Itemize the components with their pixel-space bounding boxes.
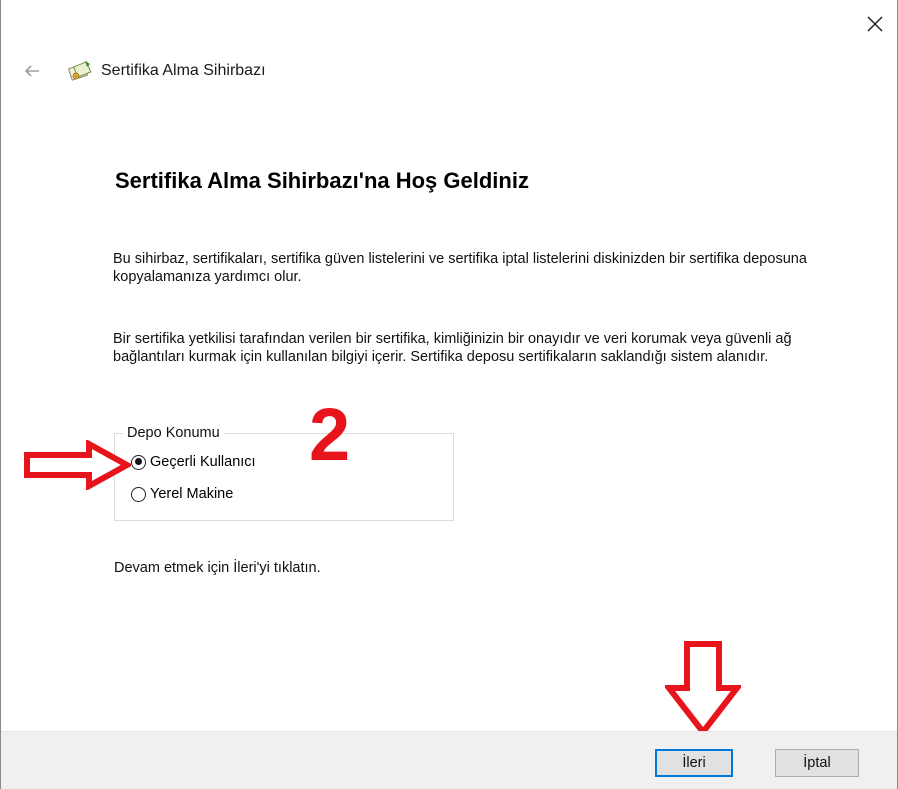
- description-paragraph: Bir sertifika yetkilisi tarafından veril…: [113, 331, 792, 365]
- right-arrow-annotation-icon: [24, 440, 131, 490]
- page-heading: Sertifika Alma Sihirbazı'na Hoş Geldiniz: [115, 168, 529, 193]
- radio-current-user-label: Geçerli Kullanıcı: [150, 454, 256, 470]
- back-button[interactable]: [21, 60, 43, 82]
- next-button[interactable]: İleri: [655, 749, 733, 777]
- close-icon: [867, 16, 883, 32]
- store-location-legend: Depo Konumu: [123, 425, 224, 441]
- radio-local-machine[interactable]: Yerel Makine: [131, 486, 233, 502]
- certificate-icon: [67, 61, 92, 81]
- back-arrow-icon: [24, 65, 39, 77]
- store-location-group: Depo Konumu Geçerli Kullanıcı Yerel Maki…: [114, 425, 454, 521]
- radio-local-machine-label: Yerel Makine: [150, 486, 234, 502]
- certificate-import-wizard-window: Sertifika Alma Sihirbazı Sertifika Alma …: [0, 0, 898, 789]
- wizard-title: Sertifika Alma Sihirbazı: [101, 62, 266, 79]
- continue-instruction: Devam etmek için İleri'yi tıklatın.: [114, 560, 321, 576]
- wizard-title-bar: Sertifika Alma Sihirbazı: [67, 58, 266, 84]
- radio-current-user[interactable]: Geçerli Kullanıcı: [131, 454, 256, 470]
- radio-button-unchecked[interactable]: [131, 486, 146, 502]
- radio-button-checked[interactable]: [131, 454, 146, 470]
- step-number-annotation: 2: [309, 393, 351, 476]
- down-arrow-annotation-icon: [665, 641, 741, 736]
- close-button[interactable]: [863, 12, 887, 36]
- intro-paragraph: Bu sihirbaz, sertifikaları, sertifika gü…: [113, 251, 807, 285]
- wizard-footer: İleri İptal: [1, 731, 897, 789]
- cancel-button[interactable]: İptal: [775, 749, 859, 777]
